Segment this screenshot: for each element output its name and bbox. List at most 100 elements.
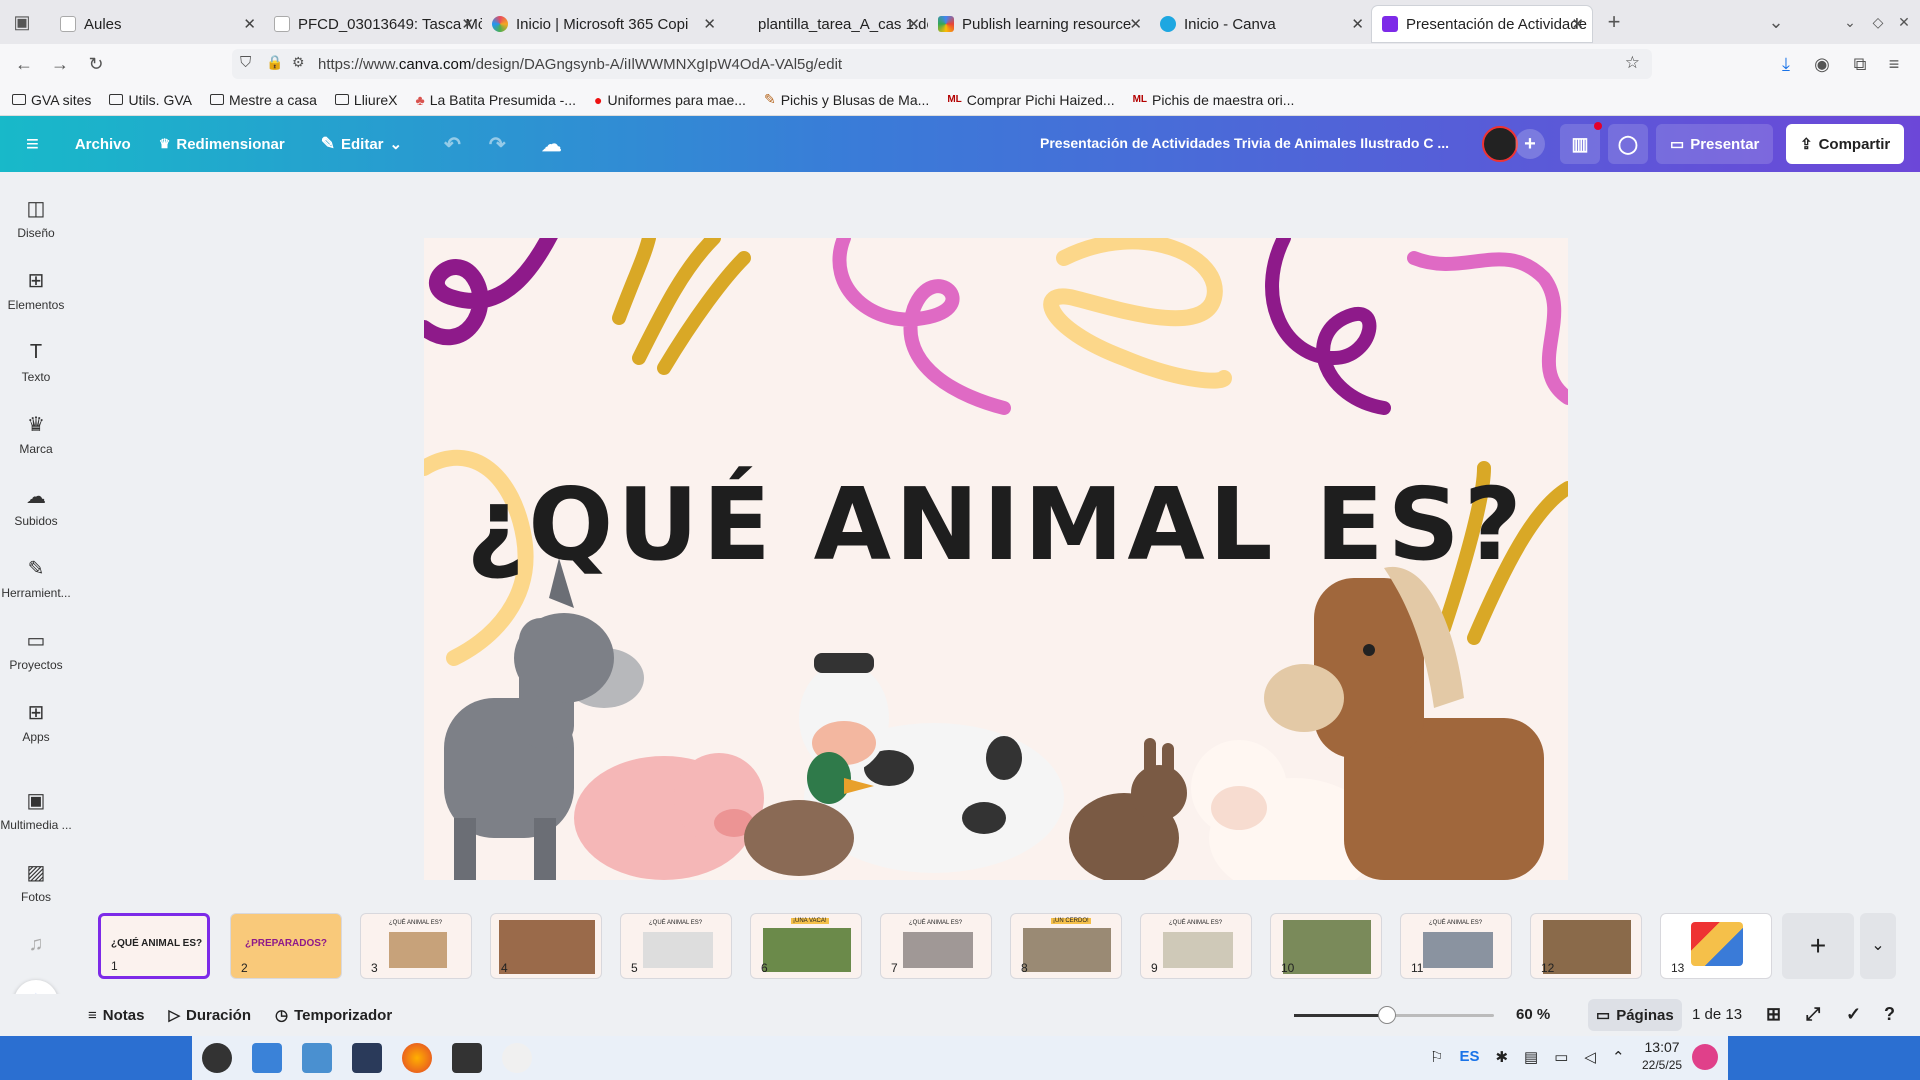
zoom-slider-thumb[interactable] [1378, 1006, 1396, 1024]
page-thumbnail[interactable]: 4 [490, 913, 602, 979]
minimize-icon[interactable]: ⌄ [1836, 8, 1864, 36]
browser-tab-2[interactable]: PFCD_03013649: Tasca Mò ✕ [264, 6, 482, 42]
expand-pages-chevron-icon[interactable]: ⌄ [1860, 913, 1896, 979]
insights-button[interactable]: ▥ [1560, 124, 1600, 164]
menu-icon[interactable]: ≡ [1880, 50, 1908, 78]
close-icon[interactable]: ✕ [461, 15, 474, 33]
browser-tab-7[interactable]: Presentación de Actividade ✕ [1372, 6, 1592, 42]
clipboard-icon[interactable]: ▤ [1524, 1048, 1538, 1066]
firefox-icon[interactable] [402, 1043, 432, 1073]
page-thumbnail[interactable]: ¡UN CERDO! 8 [1010, 913, 1122, 979]
browser-tab-3[interactable]: Inicio | Microsoft 365 Copi ✕ [482, 6, 724, 42]
sidebar-item-brand[interactable]: ♛ Marca [0, 412, 72, 457]
page-thumbnail[interactable]: 13 [1660, 913, 1772, 979]
notes-button[interactable]: ≡ Notas [88, 1007, 144, 1024]
bookmark-item[interactable]: ML Pichis de maestra ori... [1133, 92, 1295, 108]
undo-icon[interactable]: ↶ [444, 132, 461, 157]
close-icon[interactable]: ✕ [907, 15, 920, 33]
downloads-icon[interactable]: ⤓ [1772, 50, 1800, 78]
close-icon[interactable]: ✕ [1351, 15, 1364, 33]
browser-tab-5[interactable]: Publish learning resource ✕ [928, 6, 1150, 42]
bookmark-item[interactable]: GVA sites [12, 92, 91, 108]
bluetooth-icon[interactable]: ✱ [1495, 1048, 1508, 1066]
duration-button[interactable]: ▷ Duración [168, 1006, 251, 1025]
calculator-icon[interactable] [452, 1043, 482, 1073]
assistant-icon[interactable] [502, 1043, 532, 1073]
tab-overflow-chevron-icon[interactable]: ⌄ [1762, 8, 1790, 36]
browser-tab-6[interactable]: Inicio - Canva ✕ [1150, 6, 1372, 42]
present-button[interactable]: ▭ Presentar [1656, 124, 1774, 164]
volume-icon[interactable]: ◁ [1584, 1048, 1596, 1066]
page-thumbnail[interactable]: ¿QUÉ ANIMAL ES? 7 [880, 913, 992, 979]
restore-icon[interactable]: ◇ [1864, 8, 1892, 36]
zoom-slider[interactable] [1294, 1006, 1494, 1024]
network-icon[interactable]: ⚐ [1430, 1048, 1443, 1066]
avatar[interactable] [1482, 126, 1518, 162]
bookmark-item[interactable]: ML Comprar Pichi Haized... [947, 92, 1114, 108]
bookmark-item[interactable]: ♣ La Batita Presumida -... [416, 92, 576, 108]
bookmark-item[interactable]: Mestre a casa [209, 92, 317, 108]
sidebar-item-apps[interactable]: ⊞ Apps [0, 700, 72, 745]
sidebar-item-projects[interactable]: ▭ Proyectos [0, 628, 72, 673]
add-page-button[interactable]: + [1782, 913, 1854, 979]
sidebar-item-uploads[interactable]: ☁ Subidos [0, 484, 72, 529]
cloud-saved-icon[interactable]: ☁ [542, 132, 562, 157]
reload-icon[interactable]: ↻ [82, 50, 110, 78]
check-icon[interactable]: ✓ [1846, 1004, 1861, 1025]
sidebar-item-audio[interactable]: ♫ [0, 932, 72, 962]
timer-button[interactable]: ◷ Temporizador [275, 1006, 392, 1025]
help-icon[interactable]: ? [1884, 1004, 1895, 1025]
zoom-level[interactable]: 60 % [1516, 1006, 1550, 1023]
url-bar[interactable]: ⛉ 🔒 ⚙ https://www. canva.com/design/DAGng… [232, 49, 1652, 79]
slide-canvas[interactable]: ¿QUÉ ANIMAL ES? [424, 238, 1568, 880]
sidebar-item-elements[interactable]: ⊞ Elementos [0, 268, 72, 313]
user-avatar[interactable] [1692, 1044, 1718, 1070]
store-icon[interactable] [252, 1043, 282, 1073]
page-thumbnail[interactable]: ¿QUÉ ANIMAL ES? 5 [620, 913, 732, 979]
page-thumbnail[interactable]: ¿QUÉ ANIMAL ES? 1 [98, 913, 210, 979]
bookmark-item[interactable]: ● Uniformes para mae... [594, 92, 746, 108]
add-collaborator-button[interactable]: + [1515, 129, 1545, 159]
page-thumbnail[interactable]: ¿QUÉ ANIMAL ES? 3 [360, 913, 472, 979]
bookmark-item[interactable]: Utils. GVA [109, 92, 192, 108]
browser-tab-4[interactable]: plantilla_tarea_A_cas 1.doc ✕ [724, 6, 928, 42]
slide-title[interactable]: ¿QUÉ ANIMAL ES? [424, 466, 1568, 583]
sidebar-item-photos[interactable]: ▨ Fotos [0, 860, 72, 905]
resize-button[interactable]: ♛ Redimensionar [159, 136, 285, 153]
hamburger-menu-icon[interactable]: ≡ [26, 131, 39, 157]
tray-expand-icon[interactable]: ⌃ [1612, 1048, 1625, 1066]
page-thumbnail[interactable]: 12 [1530, 913, 1642, 979]
forward-icon[interactable]: → [46, 50, 74, 78]
edit-menu[interactable]: ✎ Editar ⌄ [321, 134, 402, 154]
redo-icon[interactable]: ↷ [489, 132, 506, 157]
display-icon[interactable]: ▭ [1554, 1048, 1568, 1066]
comments-button[interactable]: ◯ [1608, 124, 1648, 164]
close-icon[interactable]: ✕ [703, 15, 716, 33]
page-thumbnail[interactable]: ¿QUÉ ANIMAL ES? 9 [1140, 913, 1252, 979]
bookmark-star-icon[interactable]: ☆ [1625, 53, 1640, 73]
browser-tab-1[interactable]: Aules ✕ [50, 6, 264, 42]
grid-view-icon[interactable]: ⊞ [1766, 1004, 1781, 1025]
language-indicator[interactable]: ES [1459, 1048, 1479, 1066]
share-button[interactable]: ⇪ Compartir [1786, 124, 1905, 164]
sidebar-item-tools[interactable]: ✎ Herramient... [0, 556, 72, 601]
new-tab-button[interactable]: + [1600, 8, 1628, 36]
close-icon[interactable]: ✕ [1129, 15, 1142, 33]
file-manager-icon[interactable] [302, 1043, 332, 1073]
page-thumbnail[interactable]: ¡UNA VACA! 6 [750, 913, 862, 979]
fullscreen-icon[interactable]: ⤢ [1806, 1004, 1820, 1025]
bookmark-item[interactable]: ✎ Pichis y Blusas de Ma... [764, 91, 929, 108]
clock[interactable]: 13:07 22/5/25 [1642, 1038, 1682, 1074]
close-icon[interactable]: ✕ [1571, 15, 1584, 33]
close-icon[interactable]: ✕ [243, 15, 256, 33]
file-menu[interactable]: Archivo [75, 136, 131, 153]
sidebar-item-text[interactable]: T Texto [0, 340, 72, 385]
extensions-icon[interactable]: ⧉ [1846, 50, 1874, 78]
document-title[interactable]: Presentación de Actividades Trivia de An… [1040, 135, 1449, 151]
back-icon[interactable]: ← [10, 50, 38, 78]
app-launcher-icon[interactable] [202, 1043, 232, 1073]
pages-toggle-button[interactable]: ▭ Páginas [1588, 999, 1682, 1031]
sidebar-item-media[interactable]: ▣ Multimedia ... [0, 788, 72, 833]
bookmark-item[interactable]: LliureX [334, 92, 398, 108]
sidebar-item-design[interactable]: ◫ Diseño [0, 196, 72, 241]
